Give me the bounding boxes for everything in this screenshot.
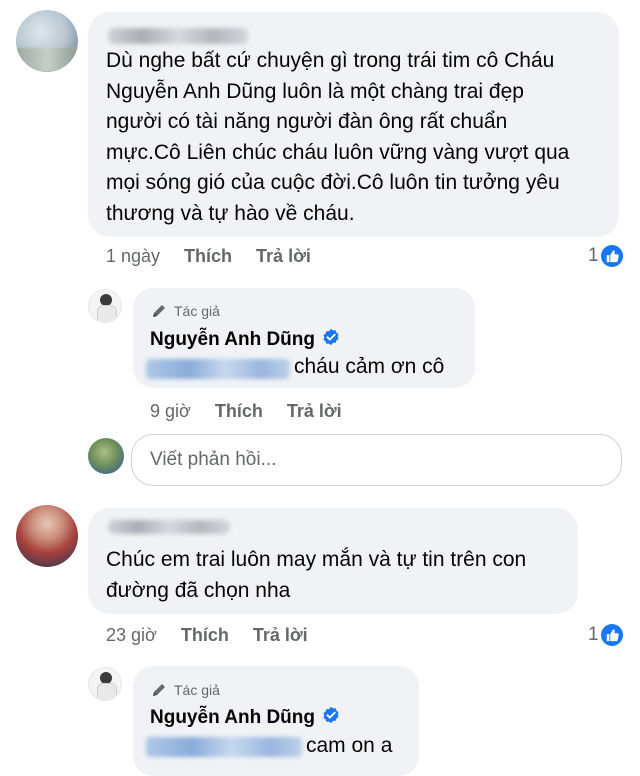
author-name[interactable]: Nguyễn Anh Dũng xyxy=(150,706,340,730)
verified-badge-icon xyxy=(322,328,340,352)
like-reaction-icon xyxy=(600,245,623,267)
pencil-icon xyxy=(153,684,165,696)
author-name[interactable]: Nguyễn Anh Dũng xyxy=(150,328,340,352)
comment-text: Dù nghe bất cứ chuyện gì trong trái tim … xyxy=(106,49,570,225)
author-badge: Tác giả xyxy=(150,302,220,320)
reply-input[interactable] xyxy=(131,434,622,486)
like-button[interactable]: Thích xyxy=(184,246,232,267)
comment-actions: 1 ngày Thích Trả lời xyxy=(106,243,335,269)
reply-reply-button[interactable]: Trả lời xyxy=(287,401,342,422)
commenter-name-blurred[interactable] xyxy=(108,520,230,534)
reply-timestamp[interactable]: 9 giờ xyxy=(150,401,191,422)
author-avatar[interactable] xyxy=(88,667,122,701)
author-badge: Tác giả xyxy=(150,681,220,699)
like-button[interactable]: Thích xyxy=(181,625,229,646)
author-avatar[interactable] xyxy=(88,289,122,323)
comment-text: Chúc em trai luôn may mắn và tự tin trên… xyxy=(106,548,527,602)
reaction-summary[interactable]: 1 xyxy=(588,622,623,648)
commenter-avatar[interactable] xyxy=(16,505,78,567)
reply-actions: 9 giờ Thích Trả lời xyxy=(150,398,366,424)
comment-timestamp[interactable]: 1 ngày xyxy=(106,246,160,267)
like-reaction-icon xyxy=(600,624,623,646)
reply-button[interactable]: Trả lời xyxy=(256,246,311,267)
reaction-summary[interactable]: 1 xyxy=(588,243,623,269)
comment-actions: 23 giờ Thích Trả lời xyxy=(106,622,332,648)
reply-text: cháu cảm ơn cô xyxy=(294,355,445,378)
reaction-count: 1 xyxy=(588,624,599,645)
reply-like-button[interactable]: Thích xyxy=(215,401,263,422)
reply-text: cam on a xyxy=(306,734,393,757)
commenter-name-blurred[interactable] xyxy=(108,28,248,44)
current-user-avatar xyxy=(88,438,124,474)
reply-button[interactable]: Trả lời xyxy=(253,625,308,646)
reaction-count: 1 xyxy=(588,245,599,266)
comment-timestamp[interactable]: 23 giờ xyxy=(106,625,157,646)
commenter-avatar[interactable] xyxy=(16,10,78,72)
mention-blurred[interactable] xyxy=(146,359,290,379)
pencil-icon xyxy=(153,305,165,317)
verified-badge-icon xyxy=(322,706,340,730)
mention-blurred[interactable] xyxy=(146,737,302,757)
